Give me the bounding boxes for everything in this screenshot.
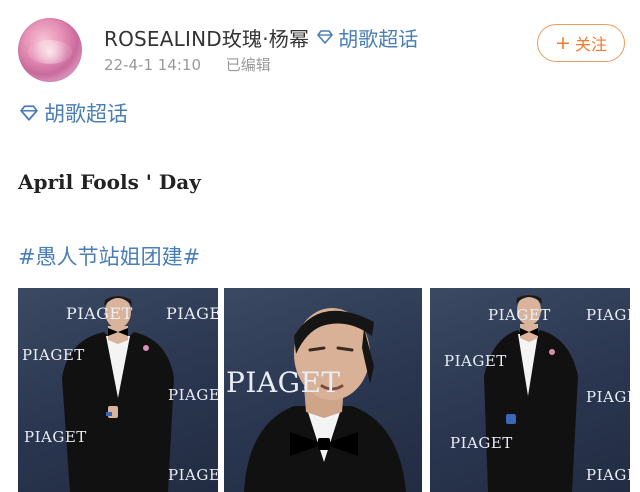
photo-brand-logo: PIAGET: [22, 346, 85, 364]
photo-brand-logo: PIAGET: [168, 466, 218, 484]
photo-brand-logo: PIAGET: [24, 428, 87, 446]
diamond-icon: [317, 30, 334, 44]
diamond-icon: [20, 105, 38, 121]
author-name[interactable]: ROSEALIND玫瑰·杨幂: [104, 23, 309, 52]
photo-brand-logo: PIAGET: [450, 434, 513, 452]
photo-brand-logo: PIAGET: [586, 466, 630, 484]
photo-brand-logo: PIAGET: [66, 304, 133, 323]
photo-brand-logo: PIAGET: [166, 304, 218, 323]
photo-thumbnail-2[interactable]: PIAGET: [224, 288, 422, 492]
author-row: ROSEALIND玫瑰·杨幂 胡歌超话: [104, 20, 418, 54]
post-timestamp: 22-4-1 14:10: [104, 56, 201, 74]
photo-brand-logo: PIAGET: [226, 366, 341, 399]
photo-thumbnail-3[interactable]: PIAGET PIAGET PIAGET PIAGET PIAGET PIAGE…: [430, 288, 630, 492]
photo-thumbnail-1[interactable]: PIAGET PIAGET PIAGET PIAGET PIAGET PIAGE…: [18, 288, 218, 492]
hashtag-link[interactable]: #愚人节站姐团建#: [18, 241, 200, 271]
photo-brand-logo: PIAGET: [444, 352, 507, 370]
photo-brand-logo: PIAGET: [586, 306, 630, 324]
post-title: April Fools ' Day: [18, 170, 201, 194]
post-meta: 22-4-1 14:10 已编辑: [104, 54, 271, 75]
topic-tag-link[interactable]: 胡歌超话: [20, 98, 128, 128]
edited-label[interactable]: 已编辑: [226, 56, 271, 74]
photo-brand-logo: PIAGET: [586, 388, 630, 406]
header-topic-label: 胡歌超话: [338, 26, 419, 51]
plus-icon: +: [555, 31, 571, 54]
topic-tag-label: 胡歌超话: [44, 102, 128, 126]
follow-button[interactable]: + 关注: [537, 24, 625, 62]
photo-brand-logo: PIAGET: [168, 386, 218, 404]
header-topic-link[interactable]: 胡歌超话: [317, 23, 418, 52]
photo-brand-logo: PIAGET: [488, 306, 551, 324]
avatar[interactable]: [18, 18, 82, 82]
follow-label: 关注: [574, 35, 607, 54]
